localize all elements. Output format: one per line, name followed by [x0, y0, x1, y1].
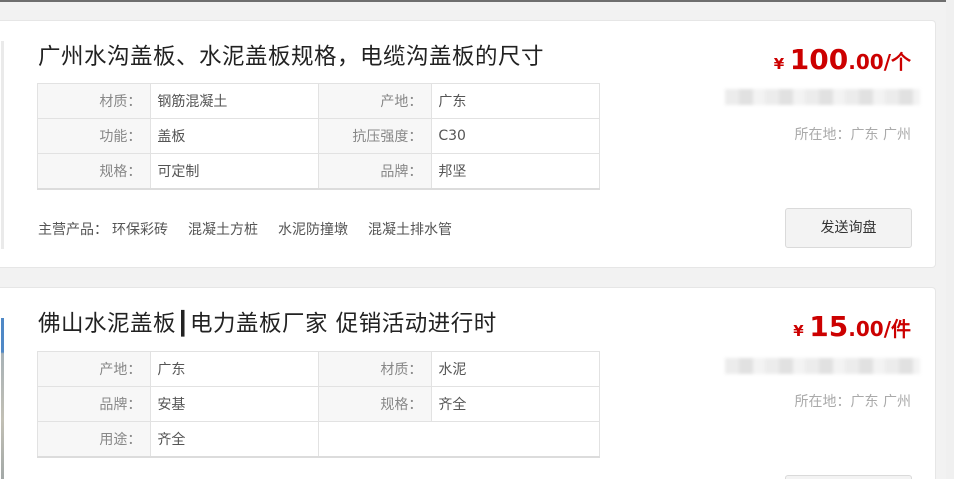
send-inquiry-button[interactable]: 发送询盘 — [785, 208, 912, 248]
spec-key: 抗压强度： — [317, 118, 433, 154]
spec-key: 品牌： — [36, 386, 152, 422]
spec-key: 材质： — [317, 351, 433, 387]
spec-key: 产地： — [36, 351, 152, 387]
price-integer: 15 — [809, 310, 849, 343]
table-row: 品牌： 安基 规格： 齐全 — [36, 386, 600, 422]
spec-value: 广东 — [150, 351, 319, 387]
product-thumbnail[interactable] — [1, 41, 4, 249]
spec-key: 用途： — [36, 421, 152, 458]
spec-key: 规格： — [36, 153, 152, 190]
blurred-company-name — [725, 89, 920, 105]
spec-key: 材质： — [36, 83, 152, 119]
price: ¥ 15.00/件 — [793, 310, 911, 343]
spec-table: 材质： 钢筋混凝土 产地： 广东 功能： 盖板 抗压强度： C30 规格： 可定… — [36, 83, 600, 190]
main-products: 主营产品： 环保彩砖 混凝土方桩 水泥防撞墩 混凝土排水管 — [38, 219, 472, 239]
spec-value: 钢筋混凝土 — [150, 83, 319, 119]
spec-value: 水泥 — [431, 351, 600, 387]
main-product-link[interactable]: 混凝土方桩 — [188, 222, 258, 238]
spec-key: 品牌： — [317, 153, 433, 190]
main-products-label: 主营产品： — [38, 222, 108, 238]
spec-key: 产地： — [317, 83, 433, 119]
price-currency: ¥ — [773, 55, 785, 73]
price-unit: /件 — [883, 317, 911, 341]
price-currency: ¥ — [793, 322, 804, 340]
spec-value: 齐全 — [150, 421, 319, 458]
spec-value: 齐全 — [431, 386, 600, 422]
spec-value: 邦坚 — [431, 153, 600, 190]
location-text: 所在地：广东 广州 — [794, 127, 911, 143]
table-row: 材质： 钢筋混凝土 产地： 广东 — [36, 83, 600, 119]
spec-key: 功能： — [36, 118, 152, 154]
listing-card: 佛山水泥盖板┃电力盖板厂家 促销活动进行时 产地： 广东 材质： 水泥 品牌： … — [0, 287, 936, 479]
main-product-link[interactable]: 混凝土排水管 — [368, 222, 452, 238]
spec-value: 广东 — [431, 83, 600, 119]
main-product-link[interactable]: 环保彩砖 — [112, 222, 168, 238]
spec-empty-cell — [317, 421, 601, 458]
price-integer: 100 — [789, 43, 849, 76]
listing-card: 广州水沟盖板、水泥盖板规格，电缆沟盖板的尺寸 材质： 钢筋混凝土 产地： 广东 … — [0, 20, 936, 268]
price-unit: /个 — [883, 50, 911, 74]
listing-title[interactable]: 佛山水泥盖板┃电力盖板厂家 促销活动进行时 — [38, 306, 497, 338]
blurred-company-name — [725, 358, 920, 374]
spec-value: 安基 — [150, 386, 319, 422]
main-product-link[interactable]: 水泥防撞墩 — [278, 222, 348, 238]
table-row: 功能： 盖板 抗压强度： C30 — [36, 118, 600, 154]
table-row: 产地： 广东 材质： 水泥 — [36, 351, 600, 387]
spec-value: C30 — [431, 118, 600, 154]
location-text: 所在地：广东 广州 — [794, 394, 911, 410]
spec-key: 规格： — [317, 386, 433, 422]
top-divider — [0, 0, 954, 2]
spec-value: 盖板 — [150, 118, 319, 154]
price-decimal: .00 — [848, 50, 884, 74]
product-thumbnail[interactable] — [1, 318, 4, 479]
send-inquiry-button[interactable] — [785, 475, 912, 479]
table-row: 规格： 可定制 品牌： 邦坚 — [36, 153, 600, 190]
spec-value: 可定制 — [150, 153, 319, 190]
page-right-margin — [946, 0, 954, 479]
price-decimal: .00 — [848, 317, 884, 341]
table-row: 用途： 齐全 — [36, 421, 601, 458]
price: ¥ 100.00/个 — [774, 43, 911, 76]
listing-title[interactable]: 广州水沟盖板、水泥盖板规格，电缆沟盖板的尺寸 — [38, 39, 544, 71]
spec-table: 产地： 广东 材质： 水泥 品牌： 安基 规格： 齐全 用途： 齐全 — [36, 351, 601, 458]
